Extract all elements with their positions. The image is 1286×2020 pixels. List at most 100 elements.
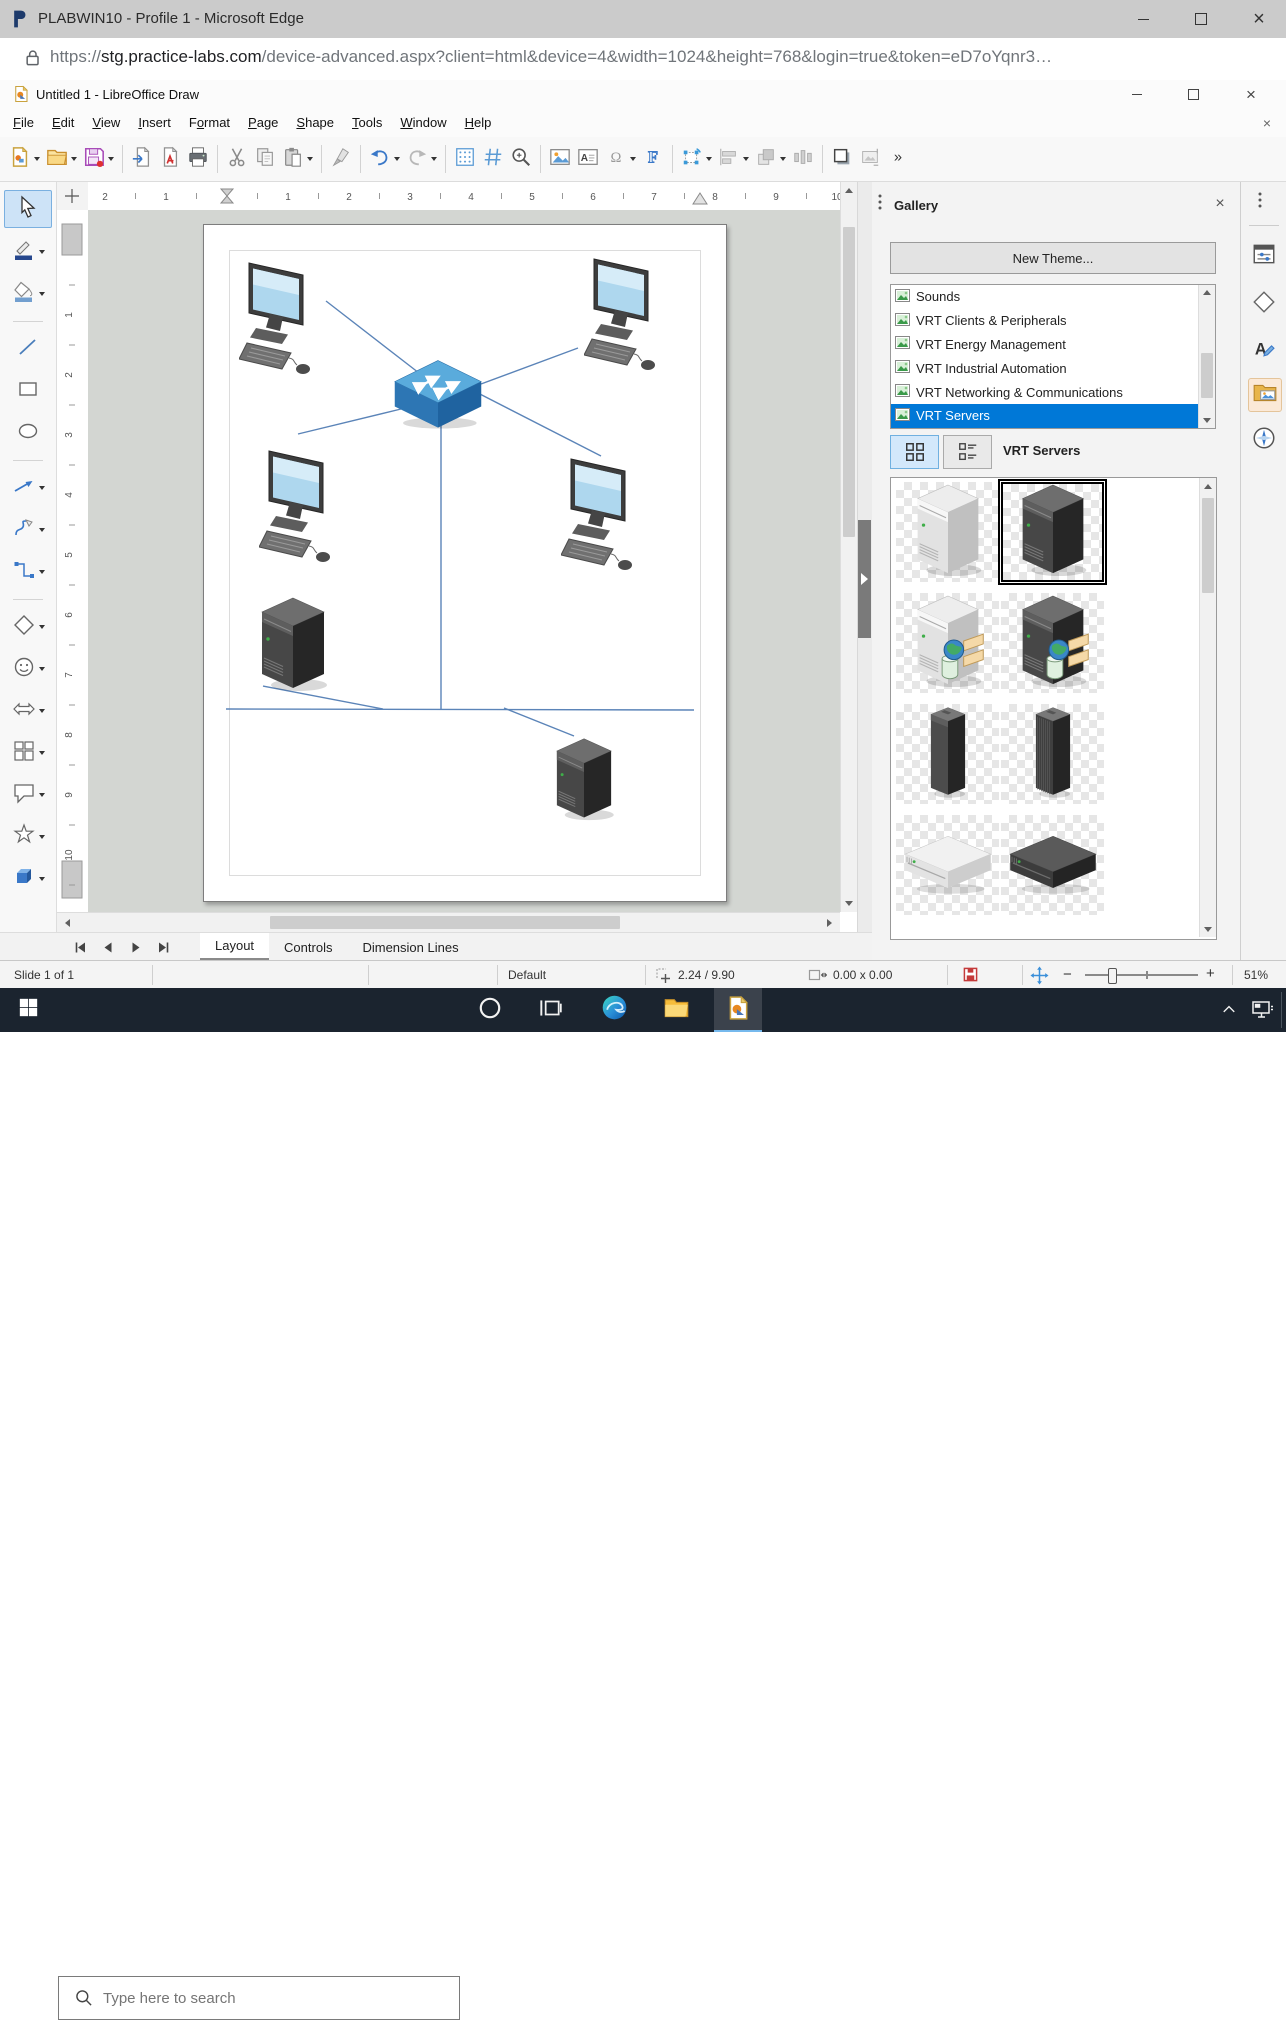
- new-theme-button[interactable]: New Theme...: [890, 242, 1216, 274]
- zoom-slider-thumb[interactable]: [1108, 968, 1117, 984]
- zoom-slider-track[interactable]: [1085, 974, 1198, 976]
- gallery-item-server-tower-light-web[interactable]: [896, 593, 999, 693]
- tab-controls[interactable]: Controls: [269, 935, 347, 960]
- theme-list-scrollbar[interactable]: [1198, 285, 1215, 428]
- dropdown-arrow-icon[interactable]: [39, 667, 45, 671]
- gallery-item-server-tower-dark[interactable]: [1001, 482, 1104, 582]
- search-input[interactable]: [101, 1989, 405, 2008]
- menu-view[interactable]: View: [83, 110, 129, 135]
- menu-edit[interactable]: Edit: [43, 110, 83, 135]
- close-document-button[interactable]: ×: [1258, 114, 1276, 132]
- server-bottom[interactable]: [557, 739, 614, 820]
- align-objects-button[interactable]: [715, 142, 752, 176]
- connectors-tool[interactable]: [5, 554, 51, 590]
- draw-maximize-button[interactable]: [1170, 80, 1216, 108]
- zoom-button[interactable]: [507, 142, 535, 176]
- styles-panel-tab[interactable]: A: [1248, 334, 1280, 366]
- network-icon[interactable]: [1244, 988, 1280, 1032]
- export-pdf-button[interactable]: [156, 142, 184, 176]
- edge-browser-taskbar-button[interactable]: [590, 988, 638, 1032]
- tab-dimension-lines[interactable]: Dimension Lines: [347, 935, 473, 960]
- curves-and-polygons-tool[interactable]: [5, 512, 51, 548]
- save-button[interactable]: [80, 142, 117, 176]
- connector-line[interactable]: [504, 708, 574, 736]
- fontwork-button[interactable]: F: [639, 142, 667, 176]
- select-tool[interactable]: [4, 190, 52, 228]
- gallery-item-server-tower-dark-web[interactable]: [1001, 593, 1104, 693]
- theme-item-vrt-clients-peripherals[interactable]: VRT Clients & Peripherals: [891, 309, 1215, 333]
- menu-tools[interactable]: Tools: [343, 110, 391, 135]
- properties-panel-tab[interactable]: [1248, 240, 1280, 272]
- gallery-item-server-rack-dark[interactable]: [1001, 815, 1104, 915]
- line-color-tool[interactable]: [5, 234, 51, 270]
- shapes-panel-tab[interactable]: [1248, 288, 1280, 320]
- menu-insert[interactable]: Insert: [129, 110, 180, 135]
- export-doc-button[interactable]: [128, 142, 156, 176]
- gallery-item-server-column-dark-ribbed[interactable]: [1001, 704, 1104, 804]
- dropdown-arrow-icon[interactable]: [39, 625, 45, 629]
- taskbar-search-box[interactable]: [58, 1976, 460, 2020]
- shadow-button[interactable]: [828, 142, 856, 176]
- nav-next-button[interactable]: [124, 935, 148, 959]
- horizontal-scrollbar[interactable]: [57, 912, 840, 933]
- menu-file[interactable]: File: [4, 110, 43, 135]
- connector-line[interactable]: [226, 709, 694, 710]
- workstation-top-right[interactable]: [584, 259, 655, 370]
- drawing-canvas[interactable]: [88, 210, 840, 912]
- gallery-items-panel[interactable]: [890, 477, 1217, 940]
- theme-item-vrt-industrial-automation[interactable]: VRT Industrial Automation: [891, 356, 1215, 380]
- copy-button[interactable]: [251, 142, 279, 176]
- basic-shapes-tool[interactable]: [5, 609, 51, 645]
- scroll-up-icon[interactable]: [841, 182, 857, 199]
- tab-layout[interactable]: Layout: [200, 933, 269, 961]
- callout-shapes-tool[interactable]: [5, 777, 51, 813]
- connector-line[interactable]: [326, 301, 419, 373]
- scroll-up-icon[interactable]: [1200, 478, 1216, 494]
- scroll-down-icon[interactable]: [841, 895, 857, 912]
- clone-formatting-button[interactable]: [327, 142, 355, 176]
- nav-prev-button[interactable]: [96, 935, 120, 959]
- cortana-taskbar-button[interactable]: [466, 988, 514, 1032]
- scroll-up-icon[interactable]: [1199, 285, 1215, 300]
- insert-line-tool[interactable]: [5, 331, 51, 367]
- dropdown-arrow-icon[interactable]: [108, 157, 114, 161]
- symbol-shapes-tool[interactable]: [5, 651, 51, 687]
- zoom-level[interactable]: 51%: [1244, 968, 1268, 982]
- stars-and-banners-tool[interactable]: [5, 819, 51, 855]
- toolbar-overflow-button[interactable]: »: [884, 142, 912, 176]
- edge-address-bar[interactable]: https://stg.practice-labs.com/device-adv…: [0, 38, 1286, 81]
- close-panel-icon[interactable]: ×: [1210, 194, 1230, 214]
- dropdown-arrow-icon[interactable]: [431, 157, 437, 161]
- print-button[interactable]: [184, 142, 212, 176]
- connector-line[interactable]: [298, 409, 401, 434]
- dropdown-arrow-icon[interactable]: [39, 292, 45, 296]
- edge-minimize-button[interactable]: [1120, 0, 1166, 38]
- connector-line[interactable]: [481, 348, 578, 384]
- zoom-out-button[interactable]: −: [1063, 966, 1072, 983]
- dropdown-arrow-icon[interactable]: [34, 157, 40, 161]
- menu-format[interactable]: Format: [180, 110, 239, 135]
- dropdown-arrow-icon[interactable]: [39, 877, 45, 881]
- theme-item-sounds[interactable]: Sounds: [891, 285, 1215, 309]
- show-desktop-divider[interactable]: [1281, 992, 1282, 1028]
- detailed-view-button[interactable]: [943, 435, 992, 469]
- arrange-button[interactable]: [752, 142, 789, 176]
- lines-and-arrows-tool[interactable]: [5, 470, 51, 506]
- scroll-left-icon[interactable]: [59, 913, 76, 932]
- scroll-down-icon[interactable]: [1199, 413, 1215, 428]
- insert-textbox-button[interactable]: A: [574, 142, 602, 176]
- gallery-theme-list[interactable]: SoundsVRT Clients & PeripheralsVRT Energ…: [890, 284, 1216, 429]
- transformations-button[interactable]: [678, 142, 715, 176]
- workstation-top-left[interactable]: [239, 263, 310, 374]
- scroll-thumb[interactable]: [1202, 498, 1214, 593]
- distribute-button[interactable]: [789, 142, 817, 176]
- items-scrollbar[interactable]: [1199, 478, 1216, 937]
- redo-button[interactable]: [403, 142, 440, 176]
- dropdown-arrow-icon[interactable]: [39, 570, 45, 574]
- scroll-right-icon[interactable]: [821, 913, 838, 932]
- 3d-objects-tool[interactable]: [5, 861, 51, 897]
- panel-grip-icon[interactable]: [878, 194, 882, 215]
- theme-item-vrt-networking-communications[interactable]: VRT Networking & Communications: [891, 380, 1215, 404]
- dropdown-arrow-icon[interactable]: [71, 157, 77, 161]
- zoom-in-button[interactable]: +: [1206, 965, 1215, 982]
